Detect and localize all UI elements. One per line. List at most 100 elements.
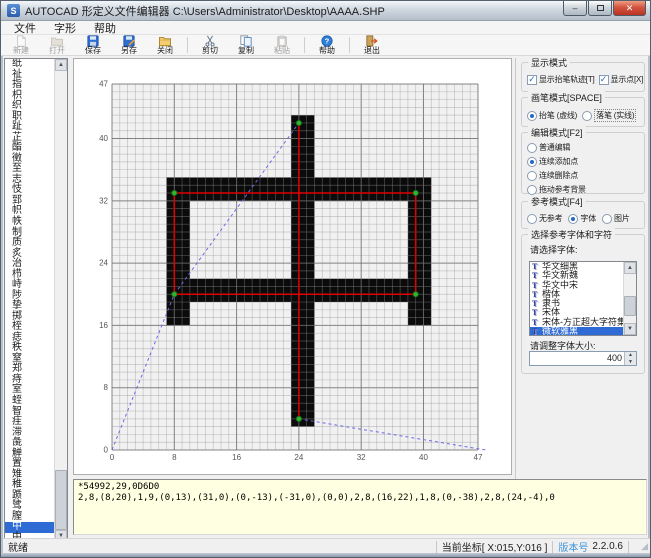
- svg-text:32: 32: [357, 453, 366, 462]
- ref-font-radio[interactable]: 字体: [568, 213, 596, 224]
- group-title: 显示模式: [528, 56, 570, 69]
- copy-button[interactable]: 复制: [228, 35, 264, 55]
- spin-down-arrow[interactable]: ▼: [624, 359, 636, 366]
- font-listbox[interactable]: T华文细黑T华文新魏T华文中宋T楷体T隶书T宋体T宋体-方正超大字符集T微软雅黑…: [529, 261, 637, 336]
- glyph-grid-canvas[interactable]: 081624324047081624324047: [74, 59, 513, 476]
- svg-text:40: 40: [99, 134, 108, 143]
- save-button[interactable]: 保存: [75, 35, 111, 55]
- char-list-item[interactable]: 纸: [5, 59, 54, 70]
- maximize-icon: [597, 5, 604, 11]
- font-size-value[interactable]: 400: [607, 353, 622, 363]
- open-folder-icon: [49, 35, 65, 47]
- save-as-button[interactable]: 另存: [111, 35, 147, 55]
- char-list-rows: 纸祉指枳织职趾芷酯徵至志忮郅帜帙制质炙治栉峙陟挚掷桎痣秩窒郑痔室蛭智疰滞彘觯置雉…: [5, 59, 54, 542]
- char-list-scrollbar[interactable]: ▲ ▼: [54, 59, 67, 542]
- truetype-icon: T: [532, 262, 542, 271]
- svg-text:16: 16: [232, 453, 241, 462]
- toolbar-separator: [187, 37, 188, 53]
- shape-data-line: 2,8,(8,20),1,9,(0,13),(31,0),(0,-13),(-3…: [78, 493, 642, 504]
- scroll-down-arrow[interactable]: ▼: [624, 323, 636, 335]
- window-title: AUTOCAD 形定义文件编辑器 C:\Users\Administrator\…: [25, 3, 385, 19]
- svg-text:0: 0: [104, 446, 109, 455]
- svg-text:8: 8: [172, 453, 177, 462]
- char-list-item[interactable]: 疰: [5, 417, 54, 428]
- reference-mode-group: 参考模式[F4] 无参考 字体 图片: [521, 201, 645, 229]
- exit-button[interactable]: 退出: [354, 35, 390, 55]
- toolbar-separator: [304, 37, 305, 53]
- menu-file[interactable]: 文件: [5, 20, 45, 36]
- maximize-button[interactable]: [588, 1, 612, 16]
- ref-image-radio[interactable]: 图片: [602, 213, 630, 224]
- new-button: 新建: [3, 35, 39, 55]
- truetype-icon: T: [532, 290, 542, 299]
- group-title: 画笔模式[SPACE]: [528, 91, 605, 104]
- status-separator: [628, 541, 629, 553]
- panel-divider: [515, 58, 516, 534]
- new-doc-icon: [13, 35, 29, 47]
- help-button[interactable]: ? 帮助: [309, 35, 345, 55]
- shape-data-editor[interactable]: *54992,29,0D6D0 2,8,(8,20),1,9,(0,13),(3…: [73, 479, 647, 535]
- menu-glyph[interactable]: 字形: [45, 20, 85, 36]
- menubar: 文件 字形 帮助: [1, 21, 650, 35]
- edit-delete-points-radio[interactable]: 连续删除点: [527, 170, 586, 181]
- status-coordinates: 当前坐标[ X:015,Y:016 ]: [442, 539, 548, 554]
- scroll-thumb[interactable]: [624, 296, 636, 316]
- display-mode-group: 显示模式 ✓ 显示抬笔轨迹[T] ✓ 显示点[X]: [521, 62, 645, 92]
- status-separator: [552, 541, 553, 553]
- cut-button[interactable]: 剪切: [192, 35, 228, 55]
- edit-mode-group: 编辑模式[F2] 普通编辑 连续添加点 连续删除点 拖动参考背景: [521, 132, 645, 194]
- status-ready: 就绪: [8, 539, 28, 554]
- group-title: 选择参考字体和字符: [528, 228, 615, 241]
- svg-text:47: 47: [474, 453, 483, 462]
- group-title: 编辑模式[F2]: [528, 126, 586, 139]
- radio-off-icon: [527, 185, 537, 195]
- char-list-item[interactable]: 指: [5, 80, 54, 91]
- truetype-icon: T: [532, 271, 542, 280]
- menu-help[interactable]: 帮助: [85, 20, 125, 36]
- ref-none-radio[interactable]: 无参考: [527, 213, 562, 224]
- paste-button: 粘贴: [264, 35, 300, 55]
- font-list-scrollbar[interactable]: ▲ ▼: [623, 262, 636, 335]
- status-version-label: 版本号: [558, 539, 588, 554]
- font-list-item[interactable]: T微软雅黑: [530, 327, 625, 335]
- font-size-spinner[interactable]: 400 ▲ ▼: [529, 351, 637, 366]
- radio-off-icon: [602, 214, 612, 224]
- canvas-panel: 081624324047081624324047: [73, 58, 512, 475]
- char-list-item[interactable]: 质: [5, 238, 54, 249]
- truetype-icon: T: [532, 299, 542, 308]
- scroll-thumb[interactable]: [55, 470, 67, 530]
- settings-panel: 显示模式 ✓ 显示抬笔轨迹[T] ✓ 显示点[X] 画笔模式[SPACE] 抬笔…: [517, 56, 650, 536]
- titlebar: S AUTOCAD 形定义文件编辑器 C:\Users\Administrato…: [1, 1, 650, 21]
- close-file-button[interactable]: 关闭: [147, 35, 183, 55]
- status-version-value: 2.2.0.6: [592, 541, 623, 552]
- close-button[interactable]: ✕: [613, 1, 646, 16]
- checkbox-checked-icon: ✓: [527, 75, 537, 85]
- minimize-button[interactable]: –: [563, 1, 587, 16]
- open-button: 打开: [39, 35, 75, 55]
- char-list-item[interactable]: 蛭: [5, 396, 54, 407]
- svg-text:24: 24: [294, 453, 303, 462]
- char-listbox[interactable]: 纸祉指枳织职趾芷酯徵至志忮郅帜帙制质炙治栉峙陟挚掷桎痣秩窒郑痔室蛭智疰滞彘觯置雉…: [4, 58, 68, 543]
- truetype-icon: T: [532, 318, 542, 327]
- pen-down-radio[interactable]: 落笔 (实线): [582, 109, 636, 122]
- show-trace-checkbox[interactable]: ✓ 显示抬笔轨迹[T]: [527, 74, 595, 85]
- radio-off-icon: [527, 171, 537, 181]
- font-name: 微软雅黑: [542, 327, 578, 335]
- resize-grip[interactable]: ◢: [634, 541, 648, 552]
- svg-text:16: 16: [99, 321, 108, 330]
- svg-text:?: ?: [325, 37, 330, 46]
- svg-text:8: 8: [104, 383, 109, 392]
- status-separator: [436, 541, 437, 553]
- scroll-up-arrow[interactable]: ▲: [55, 59, 67, 71]
- edit-add-points-radio[interactable]: 连续添加点: [527, 156, 586, 167]
- svg-text:32: 32: [99, 196, 108, 205]
- edit-drag-bg-radio[interactable]: 拖动参考背景: [527, 184, 586, 195]
- pen-up-radio[interactable]: 抬笔 (虚线): [527, 109, 577, 122]
- pen-mode-group: 画笔模式[SPACE] 抬笔 (虚线) 落笔 (实线): [521, 97, 645, 127]
- show-points-checkbox[interactable]: ✓ 显示点[X]: [599, 74, 644, 85]
- char-list-item[interactable]: 帙: [5, 217, 54, 228]
- edit-normal-radio[interactable]: 普通编辑: [527, 142, 586, 153]
- radio-off-icon: [527, 214, 537, 224]
- scroll-up-arrow[interactable]: ▲: [624, 262, 636, 274]
- svg-text:0: 0: [110, 453, 115, 462]
